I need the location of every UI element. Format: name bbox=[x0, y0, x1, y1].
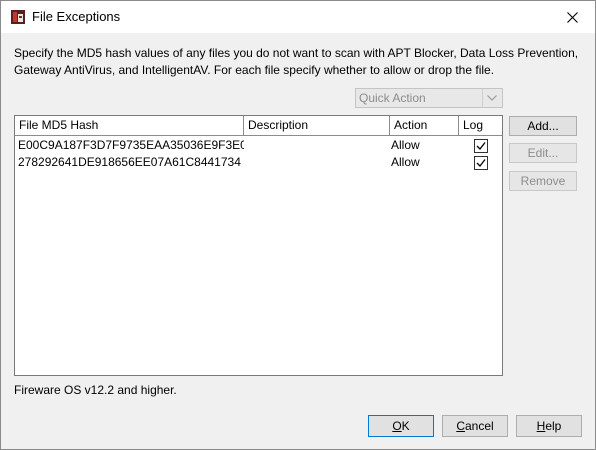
md5-cell: 278292641DE918656EE07A61C8441734 bbox=[18, 155, 241, 169]
instructions-text: Specify the MD5 hash values of any files… bbox=[14, 46, 579, 77]
cancel-button[interactable]: Cancel bbox=[442, 415, 508, 437]
close-icon bbox=[566, 11, 578, 23]
ok-label-rest: K bbox=[401, 419, 410, 433]
table-header: File MD5 Hash Description Action Log bbox=[15, 116, 502, 136]
quick-action-dropdown[interactable]: Quick Action bbox=[355, 88, 503, 108]
edit-button[interactable]: Edit... bbox=[509, 143, 577, 163]
description-cell bbox=[244, 154, 390, 171]
quick-action-label: Quick Action bbox=[359, 91, 426, 105]
table-row[interactable]: 278292641DE918656EE07A61C8441734 Allow bbox=[15, 154, 502, 171]
column-header-description[interactable]: Description bbox=[244, 116, 390, 135]
table-row[interactable]: E00C9A187F3D7F9735EAA35036E9F3E0 Allow bbox=[15, 137, 502, 154]
file-exceptions-table[interactable]: File MD5 Hash Description Action Log E00… bbox=[14, 115, 503, 376]
chevron-down-icon bbox=[482, 89, 502, 107]
window-title: File Exceptions bbox=[32, 9, 121, 24]
column-header-action[interactable]: Action bbox=[390, 116, 459, 135]
cancel-mnemonic: C bbox=[456, 419, 465, 433]
close-button[interactable] bbox=[549, 1, 595, 33]
remove-button[interactable]: Remove bbox=[509, 171, 577, 191]
app-icon bbox=[11, 10, 25, 24]
action-cell: Allow bbox=[391, 155, 420, 169]
log-checkbox[interactable] bbox=[474, 156, 488, 170]
column-header-md5[interactable]: File MD5 Hash bbox=[15, 116, 244, 135]
version-note: Fireware OS v12.2 and higher. bbox=[14, 383, 177, 397]
column-header-log[interactable]: Log bbox=[459, 116, 502, 135]
help-button[interactable]: Help bbox=[516, 415, 582, 437]
title-bar: File Exceptions bbox=[1, 1, 595, 33]
ok-button[interactable]: OK bbox=[368, 415, 434, 437]
add-button[interactable]: Add... bbox=[509, 116, 577, 136]
ok-mnemonic: O bbox=[392, 419, 402, 433]
cancel-label-rest: ancel bbox=[464, 419, 494, 433]
description-cell bbox=[244, 137, 390, 154]
md5-cell: E00C9A187F3D7F9735EAA35036E9F3E0 bbox=[18, 138, 244, 152]
file-exceptions-dialog: File Exceptions Specify the MD5 hash val… bbox=[0, 0, 596, 450]
log-checkbox[interactable] bbox=[474, 139, 488, 153]
action-cell: Allow bbox=[391, 138, 420, 152]
checkmark-icon bbox=[476, 142, 486, 150]
help-label-rest: elp bbox=[545, 419, 562, 433]
checkmark-icon bbox=[476, 159, 486, 167]
